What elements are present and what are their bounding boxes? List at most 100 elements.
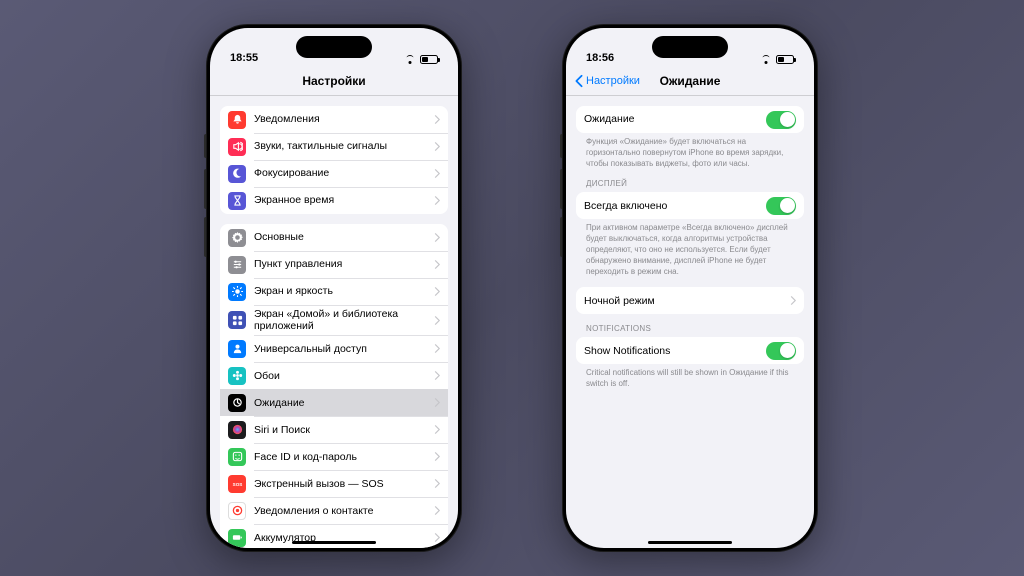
gear-icon (228, 229, 246, 247)
chevron-right-icon (434, 425, 440, 434)
settings-row-flower[interactable]: Обои (220, 362, 448, 389)
faceid-icon (228, 448, 246, 466)
status-time: 18:55 (230, 52, 258, 64)
row-label: Основные (254, 231, 426, 243)
chevron-right-icon (434, 287, 440, 296)
detail-row[interactable]: Всегда включено (576, 192, 804, 219)
page-title: Ожидание (660, 74, 721, 88)
standby-icon (228, 394, 246, 412)
settings-row-sliders[interactable]: Пункт управления (220, 251, 448, 278)
home-indicator[interactable] (648, 541, 732, 545)
nav-header: Настройки (210, 66, 458, 96)
row-label: Экран «Домой» и библиотека приложений (254, 308, 426, 332)
chevron-right-icon (434, 452, 440, 461)
detail-list[interactable]: Ожидание Функция «Ожидание» будет включат… (566, 96, 814, 548)
settings-list[interactable]: Уведомления Звуки, тактильные сигналы Фоку… (210, 96, 458, 548)
settings-row-moon[interactable]: Фокусирование (220, 160, 448, 187)
flower-icon (228, 367, 246, 385)
row-label: Обои (254, 370, 426, 382)
settings-row-siri[interactable]: Siri и Поиск (220, 416, 448, 443)
moon-icon (228, 165, 246, 183)
row-label: Универсальный доступ (254, 343, 426, 355)
settings-row-bell[interactable]: Уведомления (220, 106, 448, 133)
row-label: Пункт управления (254, 258, 426, 270)
chevron-right-icon (434, 506, 440, 515)
toggle-switch[interactable] (766, 197, 796, 215)
back-label: Настройки (586, 75, 640, 87)
row-label: Уведомления о контакте (254, 505, 426, 517)
grid-icon (228, 311, 246, 329)
sliders-icon (228, 256, 246, 274)
status-time: 18:56 (586, 52, 614, 64)
nav-header: Настройки Ожидание (566, 66, 814, 96)
dynamic-island (652, 36, 728, 58)
home-indicator[interactable] (292, 541, 376, 545)
chevron-right-icon (434, 115, 440, 124)
siri-icon (228, 421, 246, 439)
wifi-icon (760, 55, 772, 64)
row-label: Show Notifications (584, 345, 758, 357)
contact-icon (228, 502, 246, 520)
toggle-switch[interactable] (766, 342, 796, 360)
settings-row-contact[interactable]: Уведомления о контакте (220, 497, 448, 524)
person-icon (228, 340, 246, 358)
section-footer: Critical notifications will still be sho… (576, 364, 804, 390)
hourglass-icon (228, 192, 246, 210)
settings-row-person[interactable]: Универсальный доступ (220, 335, 448, 362)
chevron-right-icon (434, 316, 440, 325)
phone-right: 18:56 Настройки Ожидание Ожидание Функция… (562, 24, 818, 552)
sos-icon: SOS (228, 475, 246, 493)
settings-row-grid[interactable]: Экран «Домой» и библиотека приложений (220, 305, 448, 335)
chevron-right-icon (434, 371, 440, 380)
toggle-switch[interactable] (766, 111, 796, 129)
detail-row[interactable]: Ночной режим (576, 287, 804, 314)
chevron-right-icon (790, 296, 796, 305)
back-button[interactable]: Настройки (574, 74, 640, 88)
row-label: Siri и Поиск (254, 424, 426, 436)
settings-row-sos[interactable]: SOSЭкстренный вызов — SOS (220, 470, 448, 497)
wifi-icon (404, 55, 416, 64)
chevron-right-icon (434, 260, 440, 269)
row-label: Экран и яркость (254, 285, 426, 297)
chevron-right-icon (434, 479, 440, 488)
chevron-right-icon (434, 233, 440, 242)
row-label: Ожидание (254, 397, 426, 409)
screen-right: 18:56 Настройки Ожидание Ожидание Функция… (566, 28, 814, 548)
row-label: Ночной режим (584, 295, 782, 307)
row-label: Звуки, тактильные сигналы (254, 140, 426, 152)
section-header: NOTIFICATIONS (576, 324, 804, 337)
row-label: Всегда включено (584, 200, 758, 212)
chevron-right-icon (434, 169, 440, 178)
chevron-right-icon (434, 344, 440, 353)
row-label: Ожидание (584, 113, 758, 125)
battery-icon (228, 529, 246, 547)
section-footer: Функция «Ожидание» будет включаться на г… (576, 133, 804, 169)
chevron-right-icon (434, 533, 440, 542)
settings-row-faceid[interactable]: Face ID и код-пароль (220, 443, 448, 470)
bell-icon (228, 111, 246, 129)
page-title: Настройки (302, 74, 365, 88)
settings-row-standby[interactable]: Ожидание (220, 389, 448, 416)
chevron-left-icon (574, 74, 584, 88)
phone-left: 18:55 Настройки Уведомления Звуки, тактил… (206, 24, 462, 552)
settings-row-sun[interactable]: Экран и яркость (220, 278, 448, 305)
settings-row-speaker[interactable]: Звуки, тактильные сигналы (220, 133, 448, 160)
row-label: Фокусирование (254, 167, 426, 179)
settings-row-gear[interactable]: Основные (220, 224, 448, 251)
section-footer: При активном параметре «Всегда включено»… (576, 219, 804, 277)
detail-row[interactable]: Show Notifications (576, 337, 804, 364)
detail-row[interactable]: Ожидание (576, 106, 804, 133)
svg-text:SOS: SOS (232, 482, 242, 487)
dynamic-island (296, 36, 372, 58)
settings-row-hourglass[interactable]: Экранное время (220, 187, 448, 214)
chevron-right-icon (434, 142, 440, 151)
battery-icon (420, 55, 438, 64)
section-header: ДИСПЛЕЙ (576, 179, 804, 192)
screen-left: 18:55 Настройки Уведомления Звуки, тактил… (210, 28, 458, 548)
row-label: Face ID и код-пароль (254, 451, 426, 463)
row-label: Уведомления (254, 113, 426, 125)
sun-icon (228, 283, 246, 301)
settings-row-battery[interactable]: Аккумулятор (220, 524, 448, 548)
row-label: Экранное время (254, 194, 426, 206)
chevron-right-icon (434, 398, 440, 407)
